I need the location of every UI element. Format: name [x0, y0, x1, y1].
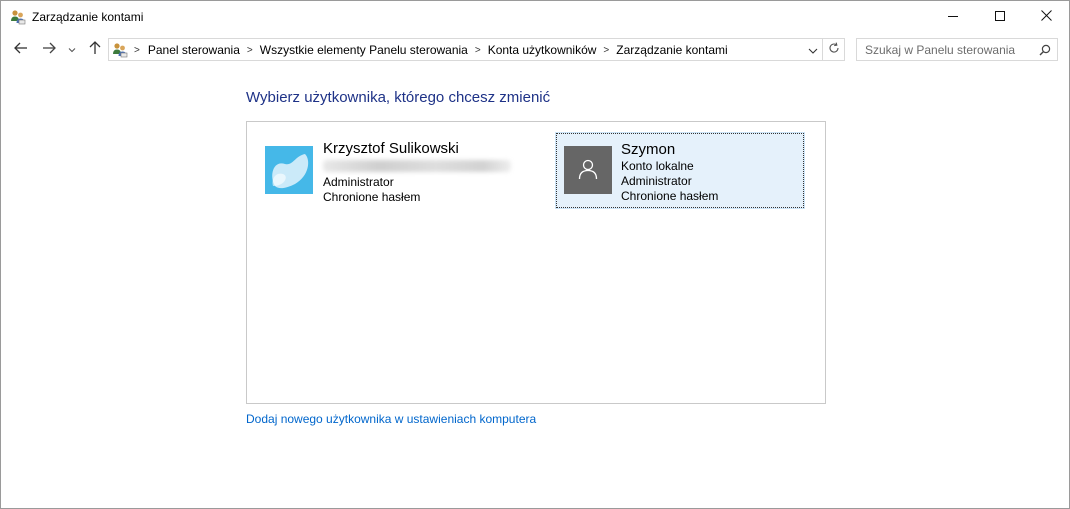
breadcrumb-separator[interactable]: > [247, 45, 253, 56]
up-button[interactable] [85, 39, 105, 59]
maximize-icon [995, 10, 1005, 24]
user-name: Krzysztof Sulikowski [323, 140, 459, 157]
breadcrumb-item-all-elements[interactable]: Wszystkie elementy Panelu sterowania [260, 43, 468, 57]
account-role: Administrator [323, 175, 394, 189]
microsoft-account-avatar [265, 146, 313, 194]
account-role: Administrator [621, 174, 692, 188]
arrow-right-icon [42, 42, 56, 57]
search-input[interactable] [858, 40, 1033, 59]
account-password-status: Chronione hasłem [323, 190, 421, 204]
arrow-left-icon [14, 42, 28, 57]
search-icon[interactable] [1037, 42, 1053, 58]
user-account-tile-selected[interactable]: Szymon Konto lokalne Administrator Chron… [555, 132, 805, 209]
chevron-down-icon [808, 43, 818, 57]
default-user-avatar [564, 146, 612, 194]
chevron-down-icon [68, 42, 76, 56]
breadcrumb-item-panel-sterowania[interactable]: Panel sterowania [148, 43, 240, 57]
users-control-panel-icon [112, 42, 128, 58]
breadcrumb-item-user-accounts[interactable]: Konta użytkowników [488, 43, 597, 57]
control-panel-window: Zarządzanie kontami > Panel sterowania >… [0, 0, 1070, 509]
users-control-panel-icon [10, 9, 26, 25]
maximize-button[interactable] [977, 1, 1023, 32]
address-bar[interactable]: > Panel sterowania > Wszystkie elementy … [108, 38, 823, 61]
breadcrumb-separator[interactable]: > [475, 45, 481, 56]
user-name: Szymon [621, 141, 676, 158]
minimize-icon [948, 10, 958, 24]
add-user-link[interactable]: Dodaj nowego użytkownika w ustawieniach … [246, 412, 536, 426]
breadcrumb-separator[interactable]: > [603, 45, 609, 56]
back-button[interactable] [11, 39, 31, 59]
refresh-icon [828, 42, 840, 57]
account-password-status: Chronione hasłem [621, 189, 719, 203]
breadcrumb: > Panel sterowania > Wszystkie elementy … [133, 43, 728, 57]
window-title: Zarządzanie kontami [32, 10, 144, 24]
breadcrumb-separator[interactable]: > [134, 45, 140, 56]
user-account-tile[interactable]: Krzysztof Sulikowski Administrator Chron… [261, 134, 531, 209]
arrow-up-icon [89, 40, 101, 58]
breadcrumb-item-manage-accounts[interactable]: Zarządzanie kontami [616, 43, 727, 57]
user-silhouette-icon [577, 158, 599, 183]
refresh-button[interactable] [823, 38, 845, 61]
address-history-dropdown[interactable] [806, 42, 820, 58]
navigation-bar: > Panel sterowania > Wszystkie elementy … [1, 32, 1069, 66]
recent-locations-button[interactable] [65, 39, 79, 59]
page-heading: Wybierz użytkownika, którego chcesz zmie… [246, 89, 551, 106]
redacted-email [323, 160, 511, 172]
user-accounts-list: Krzysztof Sulikowski Administrator Chron… [246, 121, 826, 404]
account-type: Konto lokalne [621, 159, 694, 173]
close-icon [1040, 9, 1052, 24]
minimize-button[interactable] [930, 1, 976, 32]
close-button[interactable] [1023, 1, 1069, 32]
search-box [856, 38, 1058, 61]
forward-button[interactable] [39, 39, 59, 59]
title-bar: Zarządzanie kontami [1, 1, 1069, 32]
